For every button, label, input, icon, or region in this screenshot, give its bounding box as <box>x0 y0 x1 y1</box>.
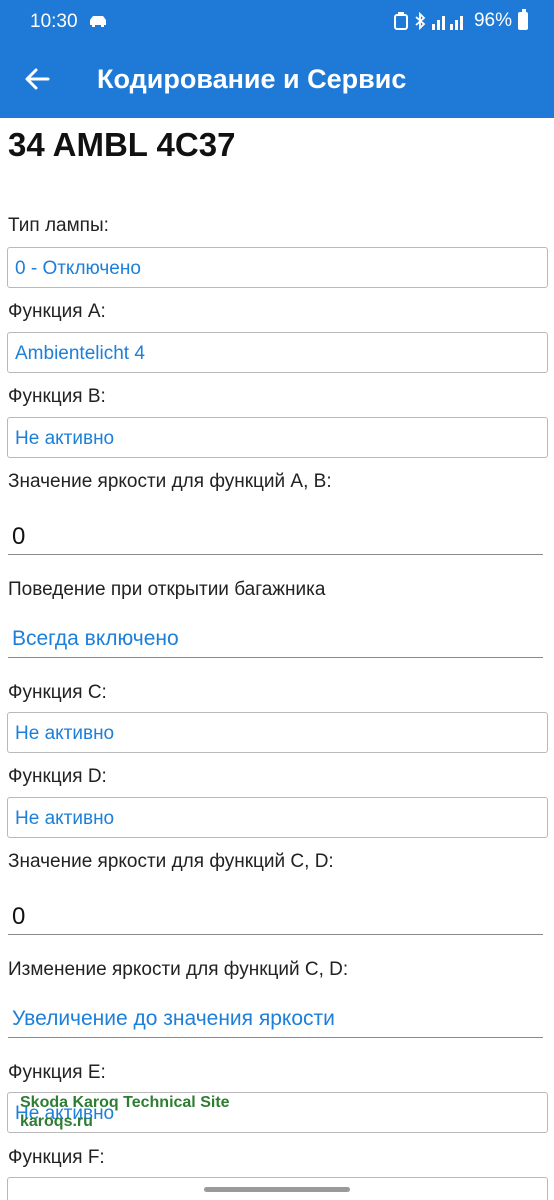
function-c-label: Функция C: <box>8 682 107 703</box>
function-b-label: Функция B: <box>8 386 106 407</box>
trunk-behavior-label: Поведение при открытии багажника <box>8 579 326 600</box>
brightness-ab-label: Значение яркости для функций A, B: <box>8 471 332 492</box>
signal-icon <box>431 16 463 30</box>
lamp-type-label: Тип лампы: <box>8 215 109 236</box>
function-b-select[interactable]: Не активно <box>7 417 548 458</box>
battery-icon <box>518 9 528 30</box>
brightness-cd-label: Значение яркости для функций C, D: <box>8 851 334 872</box>
status-time: 10:30 <box>30 11 78 32</box>
navigation-handle[interactable] <box>204 1187 350 1192</box>
battery-percent: 96% <box>473 10 512 31</box>
watermark-line2: karoqs.ru <box>20 1113 93 1130</box>
function-d-select[interactable]: Не активно <box>7 797 548 838</box>
trunk-behavior-select[interactable]: Всегда включено <box>8 618 543 658</box>
brightness-change-cd-label: Изменение яркости для функций C, D: <box>8 959 349 980</box>
watermark-line1: Skoda Karoq Technical Site <box>20 1094 230 1111</box>
brightness-ab-input[interactable]: 0 <box>8 515 543 555</box>
status-icons: 96% <box>393 9 528 32</box>
function-a-select[interactable]: Ambientelicht 4 <box>7 332 548 373</box>
brightness-cd-input[interactable]: 0 <box>8 895 543 935</box>
status-bar: 10:30 96% <box>0 0 554 44</box>
back-arrow-icon[interactable] <box>22 64 52 94</box>
module-code-heading: 34 AMBL 4C37 <box>8 126 236 163</box>
bluetooth-icon <box>415 12 426 30</box>
function-a-label: Функция А: <box>8 301 106 322</box>
storage-icon <box>393 12 408 30</box>
car-icon <box>90 16 106 27</box>
function-e-label: Функция E: <box>8 1062 106 1083</box>
watermark: Skoda Karoq Technical Site karoqs.ru <box>20 1093 230 1131</box>
lamp-type-select[interactable]: 0 - Отключено <box>7 247 548 288</box>
function-d-label: Функция D: <box>8 766 107 787</box>
function-c-select[interactable]: Не активно <box>7 712 548 753</box>
app-bar-title: Кодирование и Сервис <box>97 64 407 94</box>
app-bar: Кодирование и Сервис <box>0 44 554 118</box>
function-f-label: Функция F: <box>8 1147 105 1168</box>
brightness-change-cd-select[interactable]: Увеличение до значения яркости <box>8 998 543 1038</box>
